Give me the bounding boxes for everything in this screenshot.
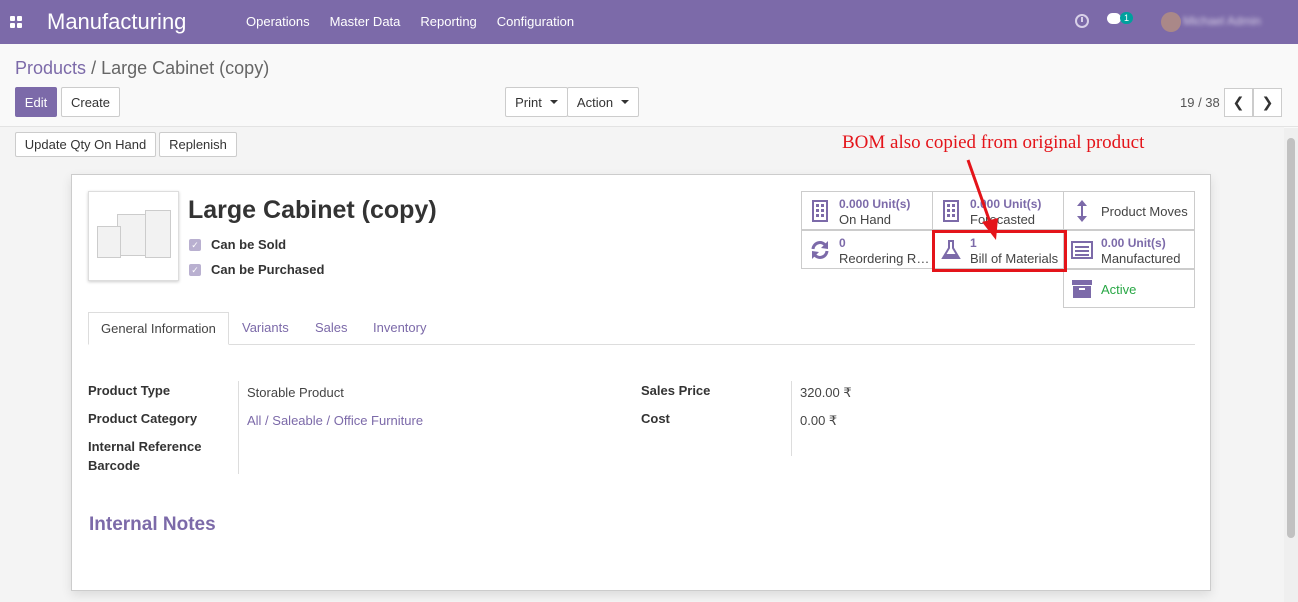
caret-down-icon [549, 100, 558, 104]
archive-icon [1072, 280, 1092, 298]
active-toggle-button[interactable]: Active [1063, 269, 1195, 308]
field-separator [238, 381, 239, 474]
chat-badge: 1 [1120, 12, 1134, 24]
update-qty-button[interactable]: Update Qty On Hand [15, 132, 156, 157]
product-moves-button[interactable]: Product Moves [1063, 191, 1195, 230]
menu-operations[interactable]: Operations [236, 0, 320, 44]
can-be-purchased-label: Can be Purchased [211, 262, 325, 277]
internal-reference-label: Internal Reference [88, 439, 202, 454]
reordering-rules-button[interactable]: 0 Reordering Rules [801, 230, 933, 269]
can-be-purchased-checkbox[interactable]: ✓ [189, 264, 201, 276]
manufactured-button[interactable]: 0.00 Unit(s) Manufactured [1063, 230, 1195, 269]
barcode-label: Barcode [88, 458, 141, 473]
reordering-value: 0 [839, 236, 846, 250]
reordering-label: Reordering Rules [839, 251, 931, 266]
breadcrumb-products[interactable]: Products [15, 58, 86, 78]
manufactured-label: Manufactured [1101, 251, 1181, 266]
building-icon [943, 200, 959, 222]
refresh-icon [811, 241, 829, 259]
product-image[interactable] [88, 191, 179, 281]
chat-icon[interactable] [1107, 13, 1121, 24]
scrollbar[interactable] [1284, 128, 1298, 602]
sales-price-label: Sales Price [641, 383, 711, 398]
top-navbar: Manufacturing Operations Master Data Rep… [0, 0, 1298, 44]
product-category-link[interactable]: All / Saleable / Office Furniture [247, 413, 423, 428]
internal-notes-heading: Internal Notes [89, 514, 216, 535]
manufactured-value: 0.00 Unit(s) [1101, 236, 1166, 250]
can-be-sold-checkbox[interactable]: ✓ [189, 239, 201, 251]
create-button[interactable]: Create [61, 87, 120, 117]
active-label: Active [1101, 282, 1137, 297]
on-hand-button[interactable]: 0.000 Unit(s) On Hand [801, 191, 933, 230]
caret-down-icon [621, 100, 630, 104]
field-separator [791, 381, 792, 456]
product-name[interactable]: Large Cabinet (copy) [188, 196, 437, 225]
forecasted-label: Forecasted [970, 212, 1036, 227]
form-tabs: General Information Variants Sales Inven… [88, 312, 1195, 345]
cost-label: Cost [641, 411, 670, 426]
sales-price-value: 320.00 ₹ [800, 385, 852, 400]
menu-reporting[interactable]: Reporting [410, 0, 486, 44]
main-menu: Operations Master Data Reporting Configu… [236, 0, 584, 44]
tab-sales[interactable]: Sales [315, 312, 348, 345]
product-category-label: Product Category [88, 411, 198, 426]
tab-inventory[interactable]: Inventory [373, 312, 426, 345]
apps-menu-icon[interactable] [0, 0, 30, 44]
replenish-button[interactable]: Replenish [159, 132, 237, 157]
scrollbar-thumb[interactable] [1287, 138, 1295, 538]
user-name[interactable]: Michael Admin [1183, 14, 1273, 28]
menu-configuration[interactable]: Configuration [487, 0, 584, 44]
tab-variants[interactable]: Variants [242, 312, 289, 345]
breadcrumb-current: Large Cabinet (copy) [101, 58, 270, 78]
list-alt-icon [1071, 241, 1093, 259]
activity-clock-icon[interactable] [1075, 14, 1089, 28]
cabinet-door-shape [97, 226, 121, 258]
pager-previous-button[interactable]: ❮ [1224, 88, 1253, 117]
menu-master-data[interactable]: Master Data [320, 0, 411, 44]
pager-next-button[interactable]: ❯ [1253, 88, 1282, 117]
avatar[interactable] [1161, 12, 1181, 32]
can-be-sold-label: Can be Sold [211, 237, 287, 252]
breadcrumb: Products / Large Cabinet (copy) [15, 58, 269, 79]
cabinet-shape [145, 210, 171, 258]
product-moves-label: Product Moves [1101, 204, 1188, 219]
on-hand-label: On Hand [839, 212, 892, 227]
forecasted-button[interactable]: 0.000 Unit(s) Forecasted [932, 191, 1064, 230]
pager-value[interactable]: 19 / 38 [1180, 95, 1220, 110]
product-type-label: Product Type [88, 383, 171, 398]
tab-general-information[interactable]: General Information [88, 312, 229, 345]
building-icon [812, 200, 828, 222]
app-name[interactable]: Manufacturing [47, 9, 227, 35]
print-dropdown[interactable]: Print [505, 87, 568, 117]
bom-highlight-box [932, 230, 1067, 272]
action-dropdown[interactable]: Action [567, 87, 639, 117]
forecasted-value: 0.000 Unit(s) [970, 197, 1042, 211]
cost-value: 0.00 ₹ [800, 413, 838, 428]
print-label: Print [515, 94, 542, 110]
product-type-value: Storable Product [247, 385, 344, 400]
on-hand-value: 0.000 Unit(s) [839, 197, 911, 211]
annotation-text: BOM also copied from original product [842, 132, 1145, 153]
breadcrumb-separator: / [91, 58, 97, 78]
action-label: Action [576, 94, 614, 110]
edit-button[interactable]: Edit [15, 87, 57, 117]
vertical-arrows-icon [1077, 200, 1087, 222]
